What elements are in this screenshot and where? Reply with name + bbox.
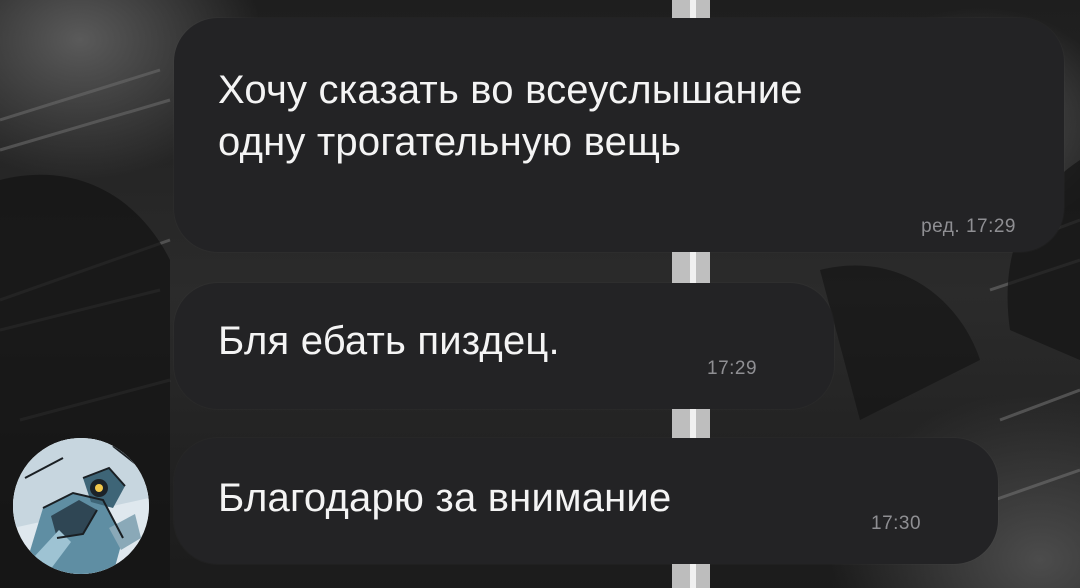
message-timestamp: 17:30 [871,513,922,534]
robot-character-avatar-icon [13,438,149,574]
message-bubble[interactable]: Хочу сказать во всеуслышание одну трогат… [174,18,1064,252]
message-text: Хочу сказать во всеуслышание одну трогат… [218,64,803,168]
message-text: Бля ебать пиздец. [218,319,560,363]
message-bubble[interactable]: Благодарю за внимание 17:30 [174,438,998,564]
message-timestamp: 17:29 [707,358,758,379]
message-timestamp: ред. 17:29 [921,216,1016,237]
sender-avatar[interactable] [13,438,149,574]
message-bubble[interactable]: Бля ебать пиздец. 17:29 [174,283,834,409]
message-text-line: Хочу сказать во всеуслышание [218,68,803,112]
message-text-line: одну трогательную вещь [218,120,682,164]
message-text: Благодарю за внимание [218,476,672,520]
